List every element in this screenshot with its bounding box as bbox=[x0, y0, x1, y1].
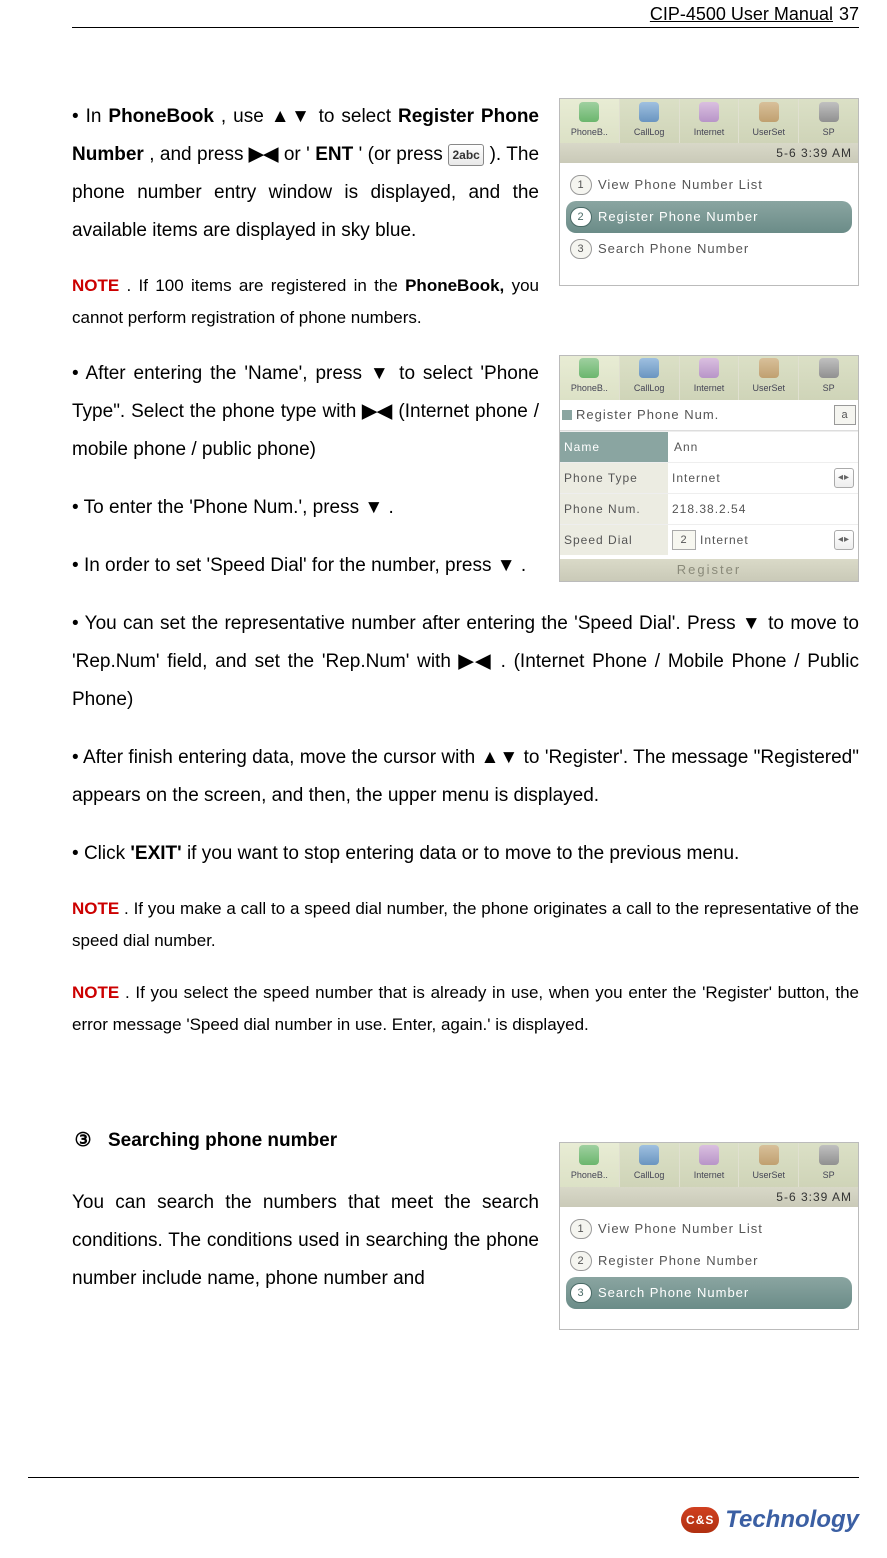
form-row-name: Name bbox=[560, 431, 858, 462]
page-number: 37 bbox=[839, 4, 859, 25]
arrow-leftright-icon: ▶◀ bbox=[459, 651, 493, 672]
form-row-speed-dial: Speed Dial 2 Internet ◂▸ bbox=[560, 524, 858, 555]
internet-icon bbox=[699, 102, 719, 122]
doc-title: CIP-4500 User Manual bbox=[650, 4, 833, 25]
form-row-phone-type: Phone Type Internet ◂▸ bbox=[560, 462, 858, 493]
footer-brand: Technology bbox=[725, 1506, 859, 1534]
calllog-icon bbox=[639, 102, 659, 122]
menu-item-register-highlighted: 2 Register Phone Number bbox=[566, 201, 852, 233]
register-bar: Register bbox=[560, 559, 858, 581]
arrow-down-icon: ▼ bbox=[742, 613, 762, 634]
repnum-spinner-icon: ◂▸ bbox=[834, 530, 854, 550]
tab-internet: Internet bbox=[680, 1143, 740, 1187]
screenshot-c-statusbar: 5-6 3:39 AM bbox=[560, 1187, 858, 1207]
tab-phonebook: PhoneB.. bbox=[560, 99, 620, 143]
menu-item-register: 2 Register Phone Number bbox=[566, 1245, 852, 1277]
footer-logo: C&S Technology bbox=[681, 1506, 859, 1534]
screenshot-a-statusbar: 5-6 3:39 AM bbox=[560, 143, 858, 163]
page: CIP-4500 User Manual 37 PhoneB.. CallLog… bbox=[0, 0, 887, 1558]
calllog-icon bbox=[639, 1145, 659, 1165]
arrow-leftright-icon: ▶◀ bbox=[362, 401, 392, 422]
note-speed-dial-in-use: NOTE . If you select the speed number th… bbox=[72, 977, 859, 1042]
arrow-down-icon: ▼ bbox=[370, 363, 391, 384]
internet-icon bbox=[699, 358, 719, 378]
phone-type-spinner-icon: ◂▸ bbox=[834, 468, 854, 488]
speed-dial-number: 2 bbox=[672, 530, 696, 550]
form-title: Register Phone Num. a bbox=[560, 400, 858, 431]
tab-userset: UserSet bbox=[739, 356, 799, 400]
sp-icon bbox=[819, 102, 839, 122]
tab-phonebook: PhoneB.. bbox=[560, 356, 620, 400]
screenshot-register-form: PhoneB.. CallLog Internet UserSet SP Reg… bbox=[559, 355, 859, 582]
footer-badge: C&S bbox=[681, 1507, 719, 1533]
section-3-heading: ③ Searching phone number bbox=[72, 1122, 539, 1160]
arrow-updown-icon: ▲▼ bbox=[271, 106, 312, 127]
userset-icon bbox=[759, 358, 779, 378]
section-marker-3: ③ bbox=[72, 1130, 94, 1152]
menu-item-search: 3 Search Phone Number bbox=[566, 233, 852, 265]
tab-internet: Internet bbox=[680, 356, 740, 400]
tab-phonebook: PhoneB.. bbox=[560, 1143, 620, 1187]
tab-userset: UserSet bbox=[739, 99, 799, 143]
mode-badge: a bbox=[834, 405, 856, 425]
menu-item-view-list: 1 View Phone Number List bbox=[566, 1213, 852, 1245]
tab-userset: UserSet bbox=[739, 1143, 799, 1187]
note-speed-dial-call: NOTE . If you make a call to a speed dia… bbox=[72, 893, 859, 958]
screenshot-a-tabs: PhoneB.. CallLog Internet UserSet SP bbox=[560, 99, 858, 143]
page-header: CIP-4500 User Manual 37 bbox=[72, 0, 859, 28]
screenshot-c-tabs: PhoneB.. CallLog Internet UserSet SP bbox=[560, 1143, 858, 1187]
para-finish: • After finish entering data, move the c… bbox=[72, 739, 859, 815]
tab-calllog: CallLog bbox=[620, 99, 680, 143]
tab-sp: SP bbox=[799, 356, 858, 400]
arrow-down-icon: ▼ bbox=[364, 497, 383, 518]
phonebook-icon bbox=[579, 102, 599, 122]
sp-icon bbox=[819, 1145, 839, 1165]
menu-item-view-list: 1 View Phone Number List bbox=[566, 169, 852, 201]
internet-icon bbox=[699, 1145, 719, 1165]
tab-sp: SP bbox=[799, 99, 858, 143]
arrow-leftright-icon: ▶◀ bbox=[249, 144, 279, 165]
menu-item-search-highlighted: 3 Search Phone Number bbox=[566, 1277, 852, 1309]
calllog-icon bbox=[639, 358, 659, 378]
form-row-phone-num: Phone Num. 218.38.2.54 bbox=[560, 493, 858, 524]
userset-icon bbox=[759, 102, 779, 122]
arrow-down-icon: ▼ bbox=[497, 555, 516, 576]
tab-internet: Internet bbox=[680, 99, 740, 143]
tab-sp: SP bbox=[799, 1143, 858, 1187]
screenshot-phonebook-menu-search: PhoneB.. CallLog Internet UserSet SP 5-6… bbox=[559, 1142, 859, 1330]
key-2abc-icon: 2abc bbox=[448, 144, 484, 166]
phonebook-icon bbox=[579, 358, 599, 378]
tab-calllog: CallLog bbox=[620, 356, 680, 400]
arrow-updown-icon: ▲▼ bbox=[481, 747, 519, 768]
userset-icon bbox=[759, 1145, 779, 1165]
tab-calllog: CallLog bbox=[620, 1143, 680, 1187]
sp-icon bbox=[819, 358, 839, 378]
name-input bbox=[672, 439, 854, 455]
screenshot-b-tabs: PhoneB.. CallLog Internet UserSet SP bbox=[560, 356, 858, 400]
screenshot-phonebook-menu-register: PhoneB.. CallLog Internet UserSet SP 5-6… bbox=[559, 98, 859, 286]
para-repnum: • You can set the representative number … bbox=[72, 605, 859, 719]
para-exit: • Click 'EXIT' if you want to stop enter… bbox=[72, 835, 859, 873]
phonebook-icon bbox=[579, 1145, 599, 1165]
footer-rule bbox=[28, 1477, 859, 1478]
bullet-icon bbox=[562, 410, 572, 420]
